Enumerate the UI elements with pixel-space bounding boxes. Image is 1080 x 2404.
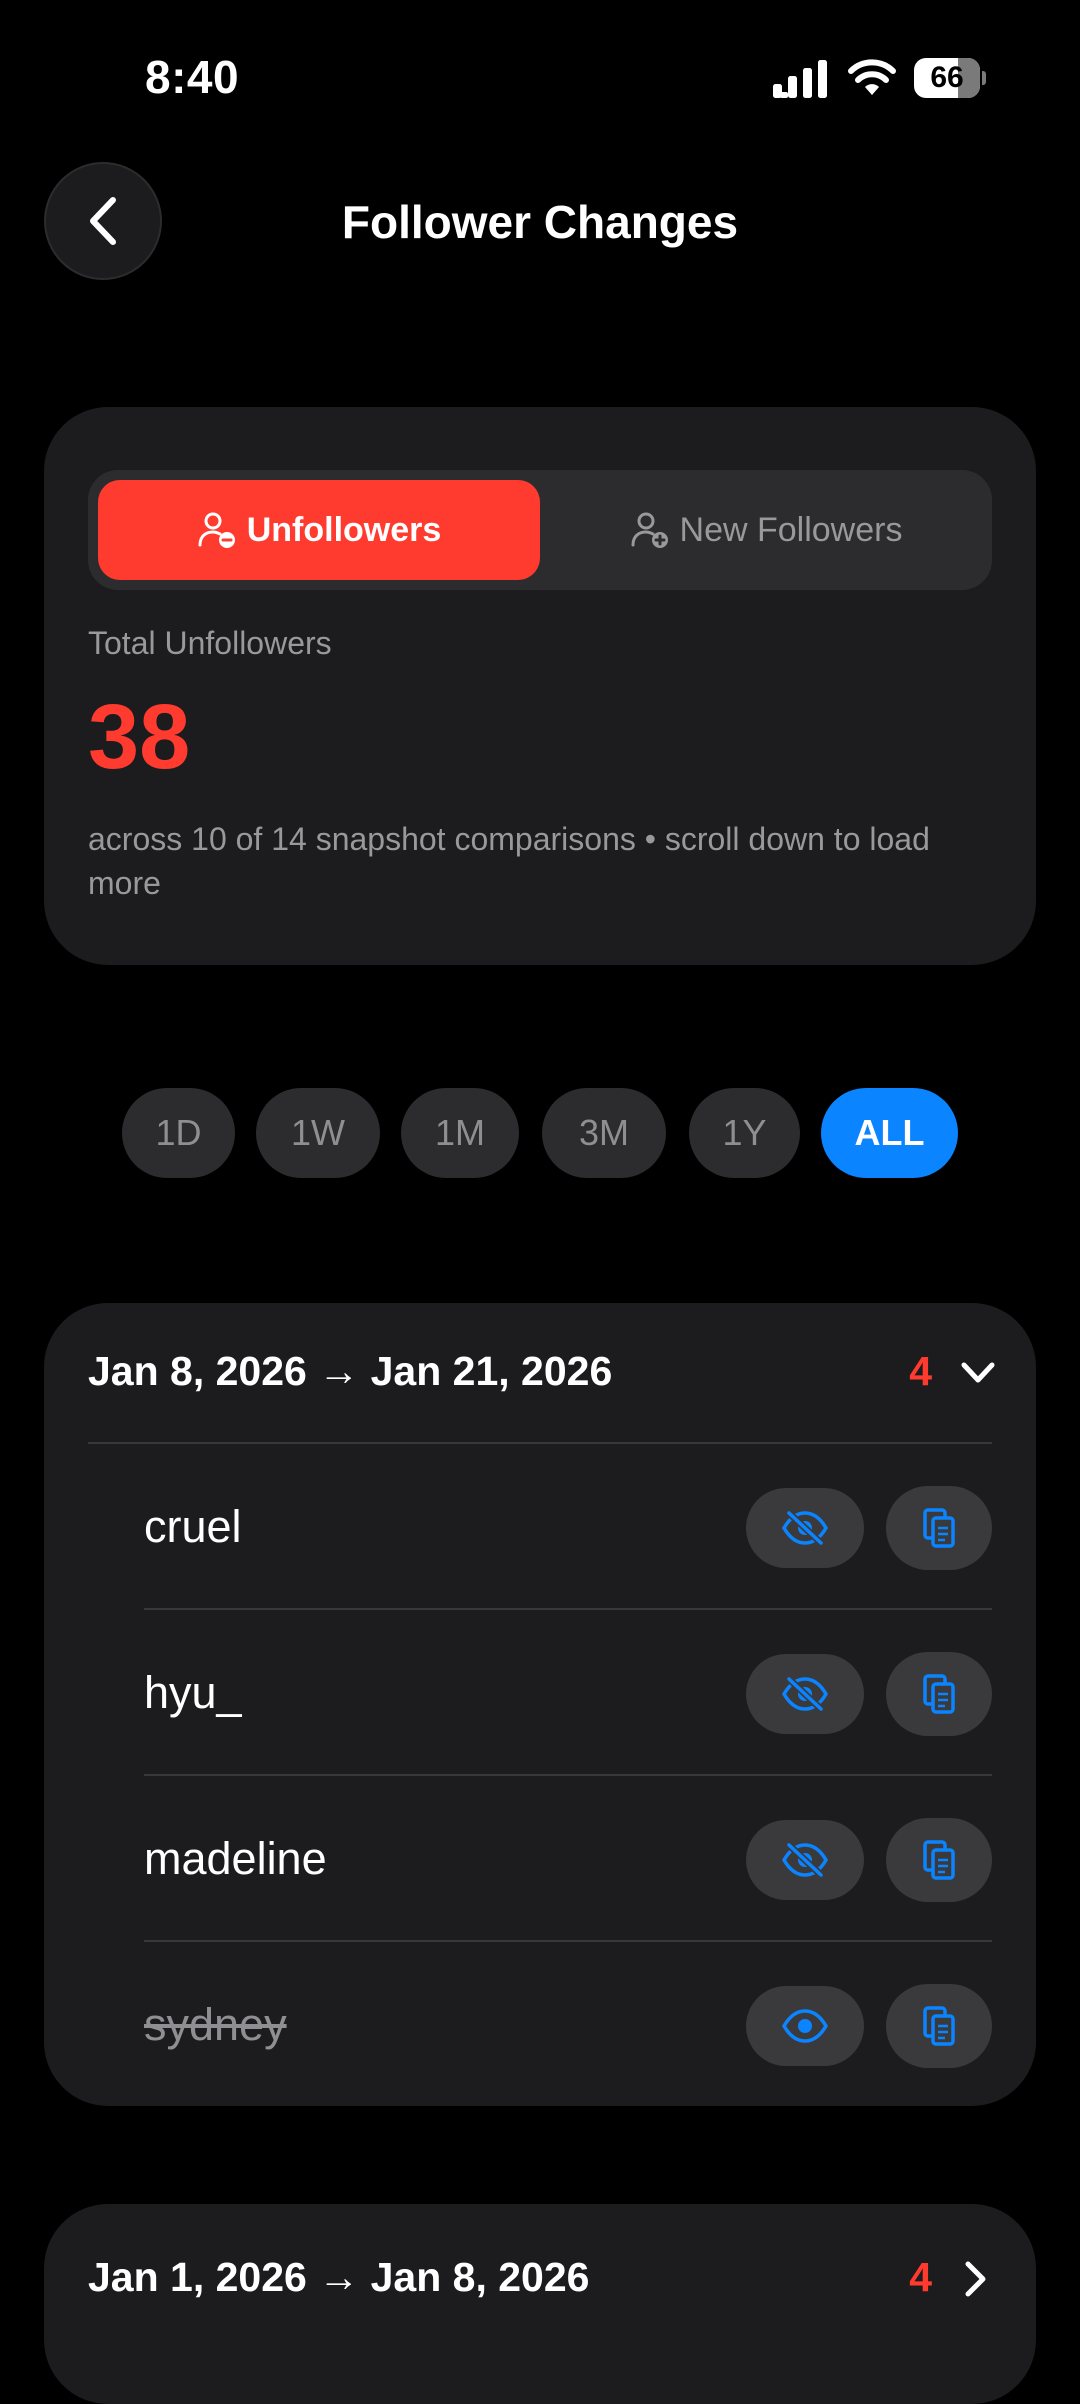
tab-new-followers-label: New Followers (679, 510, 903, 549)
chevron-down-icon[interactable] (958, 1353, 998, 1393)
list-item: sydney (144, 1942, 992, 2108)
copy-username-button[interactable] (886, 1818, 992, 1902)
range-1m-button[interactable]: 1M (401, 1088, 519, 1178)
eye-slash-icon (781, 1676, 829, 1712)
hide-user-button[interactable] (746, 1820, 864, 1900)
person-plus-icon (631, 512, 668, 548)
username: sydney (144, 1999, 287, 2050)
follower-type-segmented-control: Unfollowers New Followers (88, 470, 992, 590)
chevron-right-icon (965, 2261, 986, 2297)
page-title: Follower Changes (341, 196, 739, 248)
eye-icon (781, 2009, 829, 2043)
group-date-range: Jan 1, 2026 → Jan 8, 2026 (88, 2254, 590, 2300)
battery-level: 66 (930, 61, 964, 94)
username: madeline (144, 1833, 327, 1884)
range-all-button[interactable]: ALL (821, 1088, 958, 1178)
total-value: 38 (88, 686, 191, 788)
copy-username-button[interactable] (886, 1652, 992, 1736)
wifi-icon (848, 59, 896, 95)
list-item: hyu_ (144, 1610, 992, 1776)
eye-slash-icon (781, 1842, 829, 1878)
show-user-button[interactable] (746, 1986, 864, 2066)
copy-icon (923, 2006, 955, 2046)
copy-icon (923, 1840, 955, 1880)
person-minus-icon (198, 512, 235, 548)
range-1y-button[interactable]: 1Y (689, 1088, 800, 1178)
copy-username-button[interactable] (886, 1984, 992, 2068)
group-count: 4 (909, 2254, 932, 2300)
hide-user-button[interactable] (746, 1488, 864, 1568)
group-date-range[interactable]: Jan 8, 2026 → Jan 21, 2026 (88, 1348, 612, 1395)
tab-unfollowers-label: Unfollowers (246, 510, 442, 549)
range-3m-button[interactable]: 3M (542, 1088, 666, 1178)
list-item: madeline (144, 1776, 992, 1942)
range-1d-button[interactable]: 1D (122, 1088, 235, 1178)
username: hyu_ (144, 1667, 242, 1718)
copy-icon (923, 1674, 955, 1714)
hide-user-button[interactable] (746, 1654, 864, 1734)
copy-username-button[interactable] (886, 1486, 992, 1570)
tab-unfollowers[interactable]: Unfollowers (98, 480, 540, 580)
tab-new-followers[interactable]: New Followers (550, 480, 982, 580)
eye-slash-icon (781, 1510, 829, 1546)
group-count: 4 (909, 1348, 932, 1394)
status-time: 8:40 (145, 51, 240, 103)
snapshot-group-card[interactable]: Jan 1, 2026 → Jan 8, 2026 4 (44, 2204, 1036, 2404)
battery-icon: 66 (914, 58, 986, 98)
total-subtitle: across 10 of 14 snapshot comparisons • s… (88, 821, 930, 901)
range-1w-button[interactable]: 1W (256, 1088, 380, 1178)
list-item: cruel (144, 1444, 992, 1610)
total-label: Total Unfollowers (88, 625, 332, 661)
snapshot-group-card: Jan 8, 2026 → Jan 21, 2026 4 cruel hyu_ … (44, 1303, 1036, 2106)
copy-icon (923, 1508, 955, 1548)
cellular-signal-icon (773, 60, 827, 98)
summary-card: Unfollowers New Followers Total Unfollow… (44, 407, 1036, 965)
username: cruel (144, 1501, 242, 1552)
